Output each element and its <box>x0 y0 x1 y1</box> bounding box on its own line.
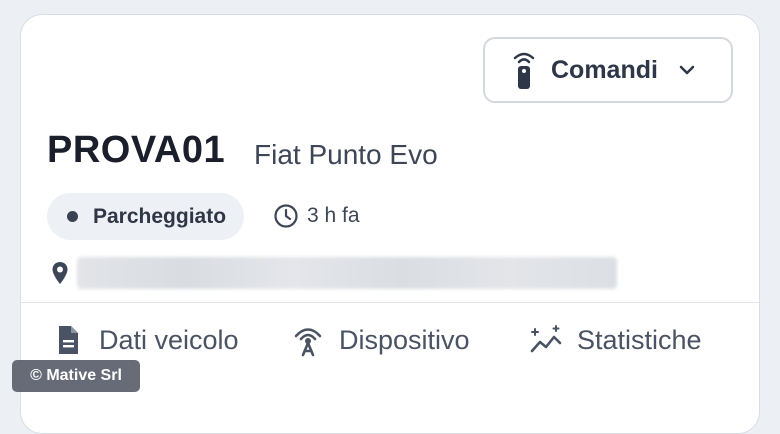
divider <box>21 302 759 303</box>
status-badge: Parcheggiato <box>47 193 245 240</box>
tab-statistics-label: Statistiche <box>577 324 702 355</box>
vehicle-location <box>51 257 617 289</box>
address-redacted <box>77 257 617 289</box>
tab-device[interactable]: Dispositivo <box>291 323 470 357</box>
commands-label: Comandi <box>551 55 658 84</box>
last-update-text: 3 h fa <box>307 204 360 227</box>
status-dot-icon <box>67 211 78 222</box>
last-update: 3 h fa <box>273 203 360 229</box>
document-icon <box>59 326 78 354</box>
tab-device-label: Dispositivo <box>339 324 470 355</box>
vehicle-plate: PROVA01 <box>47 129 226 171</box>
remote-control-icon <box>513 52 535 89</box>
clock-icon <box>274 204 298 228</box>
copyright-watermark: © Mative Srl <box>12 360 140 392</box>
signal-antenna-icon <box>294 328 322 357</box>
commands-dropdown-button[interactable]: Comandi <box>483 37 733 103</box>
tab-statistics[interactable]: Statistiche <box>529 323 702 357</box>
tab-vehicle-data[interactable]: Dati veicolo <box>51 323 239 357</box>
chevron-down-icon <box>679 65 695 75</box>
status-label: Parcheggiato <box>93 204 227 228</box>
tab-vehicle-data-label: Dati veicolo <box>99 324 239 355</box>
chart-sparkle-icon <box>530 325 562 353</box>
map-pin-icon <box>52 262 68 284</box>
vehicle-model: Fiat Punto Evo <box>254 139 438 170</box>
